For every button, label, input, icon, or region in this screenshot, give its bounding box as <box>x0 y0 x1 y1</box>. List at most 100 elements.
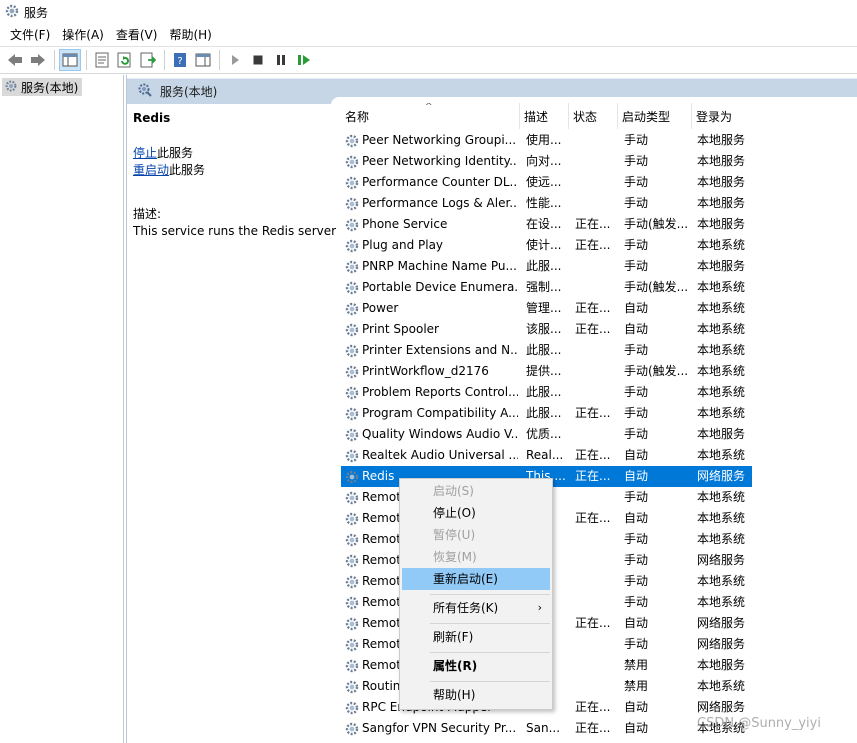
ctx-stop[interactable]: 停止(O) <box>402 502 550 524</box>
menu-action[interactable]: 操作(A) <box>56 25 110 45</box>
service-row[interactable]: Portable Device Enumera... 强制... 手动(触发... 本… <box>341 277 857 298</box>
ctx-help[interactable]: 帮助(H) <box>402 684 550 706</box>
service-row[interactable]: Performance Logs & Aler... 性能... 手动 本地服务 <box>341 193 857 214</box>
service-logon-as: 网络服务 <box>697 700 746 714</box>
restart-service-link[interactable]: 重启动 <box>133 163 169 177</box>
service-gear-icon <box>343 403 361 424</box>
ctx-start[interactable]: 启动(S) <box>402 480 550 502</box>
back-arrow-icon[interactable] <box>4 49 26 71</box>
service-startup-type: 手动 <box>624 175 649 189</box>
ctx-refresh[interactable]: 刷新(F) <box>402 626 550 648</box>
console-tree-icon[interactable] <box>59 49 81 71</box>
service-logon-as: 本地系统 <box>697 511 746 525</box>
service-status <box>575 424 617 445</box>
menu-help[interactable]: 帮助(H) <box>163 25 217 45</box>
service-desc: 向对... <box>526 154 562 168</box>
service-logon-as: 本地系统 <box>697 490 746 504</box>
ctx-restart[interactable]: 重新启动(E) <box>402 568 550 590</box>
service-gear-icon <box>343 256 361 277</box>
column-header-name[interactable]: 名称 ^ <box>341 103 520 129</box>
service-row[interactable]: Phone Service 在设... 正在... 手动(触发... 本地服务 <box>341 214 857 235</box>
service-name: Power <box>362 301 399 315</box>
menu-file[interactable]: 文件(F) <box>4 25 56 45</box>
service-gear-icon <box>343 298 361 319</box>
service-startup-type: 手动 <box>624 427 649 441</box>
service-row[interactable]: Performance Counter DL... 使远... 手动 本地服务 <box>341 172 857 193</box>
column-status-label: 状态 <box>573 110 598 124</box>
properties-sheet-icon[interactable] <box>91 49 113 71</box>
service-logon-as: 网络服务 <box>697 469 746 483</box>
selected-service-name: Redis <box>133 111 171 125</box>
toolbar-divider <box>164 50 165 70</box>
service-desc: 优质... <box>526 427 562 441</box>
service-status: 正在... <box>575 616 611 630</box>
refresh-icon[interactable] <box>114 49 136 71</box>
service-name: Portable Device Enumera... <box>362 280 518 294</box>
service-gear-icon <box>343 445 361 466</box>
svg-text:?: ? <box>177 56 182 67</box>
service-name: Phone Service <box>362 217 448 231</box>
service-gear-icon <box>343 466 361 487</box>
service-startup-type: 自动 <box>624 301 649 315</box>
tree-item-services-local[interactable]: 服务(本地) <box>2 78 83 96</box>
start-service-icon[interactable] <box>224 49 246 71</box>
service-status: 正在... <box>575 322 611 336</box>
service-name: Program Compatibility A... <box>362 406 518 420</box>
console-tree: 服务(本地) <box>0 75 124 743</box>
forward-arrow-icon[interactable] <box>27 49 49 71</box>
export-list-icon[interactable] <box>137 49 159 71</box>
ctx-all-tasks[interactable]: 所有任务(K) › <box>402 597 550 619</box>
service-logon-as: 本地系统 <box>697 448 746 462</box>
show-hide-pane-icon[interactable] <box>192 49 214 71</box>
service-logon-as: 本地系统 <box>697 406 746 420</box>
service-row[interactable]: Plug and Play 使计... 正在... 手动 本地系统 <box>341 235 857 256</box>
column-header-startup[interactable]: 启动类型 <box>618 103 692 129</box>
restart-service-icon[interactable] <box>293 49 315 71</box>
service-name: Realtek Audio Universal ... <box>362 448 518 462</box>
service-startup-type: 自动 <box>624 616 649 630</box>
service-row[interactable]: Peer Networking Groupi... 使用... 手动 本地服务 <box>341 130 857 151</box>
service-status: 正在... <box>575 469 611 483</box>
service-row[interactable]: Print Spooler 该服... 正在... 自动 本地系统 <box>341 319 857 340</box>
service-gear-icon <box>343 172 361 193</box>
column-header-desc[interactable]: 描述 <box>520 103 569 129</box>
service-logon-as: 网络服务 <box>697 553 746 567</box>
service-row[interactable]: Quality Windows Audio V... 优质... 手动 本地服务 <box>341 424 857 445</box>
service-status: 正在... <box>575 448 611 462</box>
service-row[interactable]: PrintWorkflow_d2176 提供... 手动(触发... 本地系统 <box>341 361 857 382</box>
service-row[interactable]: Power 管理... 正在... 自动 本地系统 <box>341 298 857 319</box>
service-row[interactable]: Printer Extensions and N... 此服... 手动 本地系统 <box>341 340 857 361</box>
service-row[interactable]: PNRP Machine Name Pu... 此服... 手动 本地服务 <box>341 256 857 277</box>
stop-service-icon[interactable] <box>247 49 269 71</box>
service-startup-type: 手动 <box>624 385 649 399</box>
service-detail-pane: Redis 停止此服务 重启动此服务 描述: This service runs… <box>133 111 336 240</box>
service-status <box>575 172 617 193</box>
help-icon[interactable]: ? <box>169 49 191 71</box>
service-desc: 提供... <box>526 364 562 378</box>
service-startup-type: 手动 <box>624 595 649 609</box>
service-row[interactable]: Program Compatibility A... 此服... 正在... 手动 本地… <box>341 403 857 424</box>
ctx-resume[interactable]: 恢复(M) <box>402 546 550 568</box>
service-startup-type: 手动 <box>624 133 649 147</box>
service-row[interactable]: Peer Networking Identity... 向对... 手动 本地服务 <box>341 151 857 172</box>
service-row[interactable]: Problem Reports Control... 此服... 手动 本地系统 <box>341 382 857 403</box>
service-gear-icon <box>343 382 361 403</box>
ctx-pause[interactable]: 暂停(U) <box>402 524 550 546</box>
service-gear-icon <box>343 508 361 529</box>
service-status: 正在... <box>575 217 611 231</box>
service-status: 正在... <box>575 301 611 315</box>
column-header-logon[interactable]: 登录为 <box>692 103 754 129</box>
service-logon-as: 本地系统 <box>697 343 746 357</box>
service-gear-icon <box>343 634 361 655</box>
service-row[interactable]: Realtek Audio Universal ... Real... 正在... 自… <box>341 445 857 466</box>
column-header-status[interactable]: 状态 <box>569 103 618 129</box>
service-desc: 此服... <box>526 385 562 399</box>
stop-service-link[interactable]: 停止 <box>133 146 157 160</box>
pause-service-icon[interactable] <box>270 49 292 71</box>
service-logon-as: 本地系统 <box>697 238 746 252</box>
service-status <box>575 151 617 172</box>
service-gear-icon <box>343 655 361 676</box>
ctx-properties[interactable]: 属性(R) <box>402 655 550 677</box>
service-logon-as: 本地服务 <box>697 427 746 441</box>
menu-view[interactable]: 查看(V) <box>110 25 164 45</box>
